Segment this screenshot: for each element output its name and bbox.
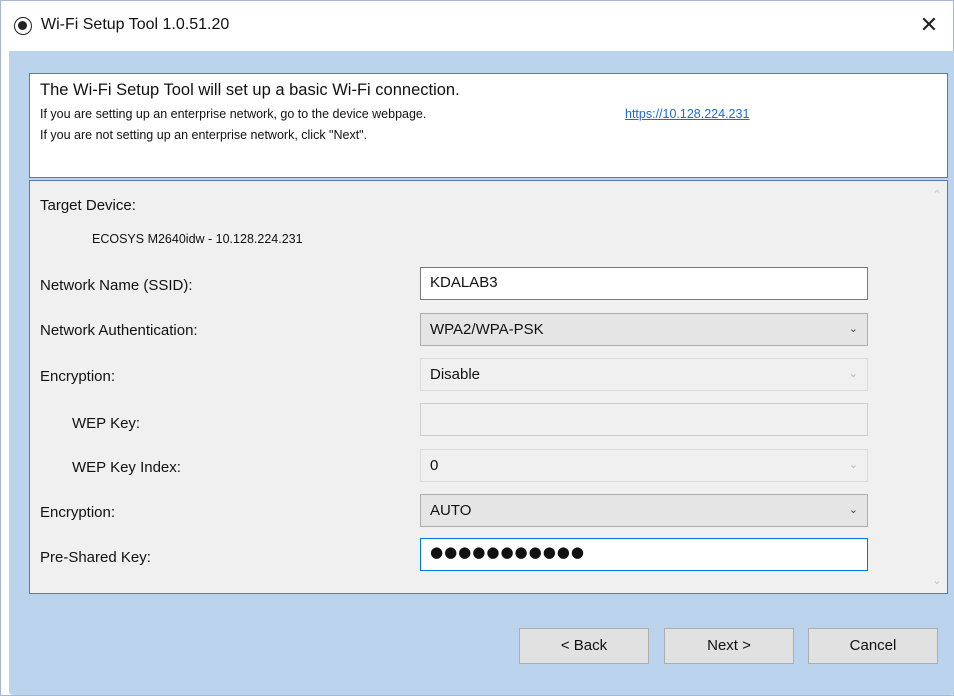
- ssid-input[interactable]: KDALAB3: [420, 267, 868, 300]
- settings-form: Target Device: ECOSYS M2640idw - 10.128.…: [29, 180, 948, 594]
- wep-encryption-value: Disable: [430, 366, 481, 383]
- info-heading: The Wi-Fi Setup Tool will set up a basic…: [40, 81, 460, 99]
- dialog-body: The Wi-Fi Setup Tool will set up a basic…: [9, 51, 954, 695]
- target-device-label: Target Device:: [40, 197, 136, 214]
- wep-key-input: [420, 403, 868, 436]
- device-webpage-link[interactable]: https://10.128.224.231: [625, 107, 749, 121]
- psk-encryption-select[interactable]: AUTO ⌄: [420, 494, 868, 527]
- chevron-down-icon: ⌄: [848, 367, 858, 380]
- next-button[interactable]: Next >: [664, 628, 794, 664]
- auth-value: WPA2/WPA-PSK: [430, 321, 544, 338]
- close-icon: ✕: [919, 13, 939, 38]
- psk-input[interactable]: ●●●●●●●●●●●: [420, 538, 868, 571]
- close-button[interactable]: ✕: [911, 11, 947, 41]
- info-enterprise-text: If you are setting up an enterprise netw…: [40, 107, 427, 121]
- scroll-up-icon[interactable]: ⌃: [931, 189, 943, 201]
- info-panel: The Wi-Fi Setup Tool will set up a basic…: [29, 73, 948, 178]
- info-next-text: If you are not setting up an enterprise …: [40, 128, 368, 142]
- chevron-down-icon: ⌄: [848, 503, 858, 516]
- dialog-window: Wi-Fi Setup Tool 1.0.51.20 ✕ The Wi-Fi S…: [0, 0, 954, 696]
- auth-label: Network Authentication:: [40, 322, 198, 339]
- form-scrollbar[interactable]: ⌃ ⌄: [927, 181, 947, 593]
- ssid-label: Network Name (SSID):: [40, 277, 193, 294]
- psk-masked-value: ●●●●●●●●●●●: [430, 543, 585, 561]
- title-bar[interactable]: Wi-Fi Setup Tool 1.0.51.20 ✕: [1, 1, 953, 51]
- chevron-down-icon: ⌄: [848, 458, 858, 471]
- wep-encryption-select: Disable ⌄: [420, 358, 868, 391]
- cancel-button[interactable]: Cancel: [808, 628, 938, 664]
- window-title: Wi-Fi Setup Tool 1.0.51.20: [41, 16, 230, 33]
- ssid-value: KDALAB3: [430, 274, 498, 291]
- scroll-down-icon[interactable]: ⌄: [931, 575, 943, 587]
- chevron-down-icon: ⌄: [848, 322, 858, 335]
- target-device-value: ECOSYS M2640idw - 10.128.224.231: [92, 232, 303, 246]
- auth-select[interactable]: WPA2/WPA-PSK ⌄: [420, 313, 868, 346]
- encryption-label: Encryption:: [40, 368, 116, 385]
- back-button[interactable]: < Back: [519, 628, 649, 664]
- wep-key-index-label: WEP Key Index:: [72, 459, 181, 476]
- app-icon: [14, 17, 32, 35]
- wep-key-index-value: 0: [430, 457, 439, 474]
- psk-label: Pre-Shared Key:: [40, 549, 151, 566]
- psk-encryption-value: AUTO: [430, 502, 472, 519]
- wep-key-label: WEP Key:: [72, 415, 141, 432]
- psk-encryption-label: Encryption:: [40, 504, 116, 521]
- wep-key-index-select: 0 ⌄: [420, 449, 868, 482]
